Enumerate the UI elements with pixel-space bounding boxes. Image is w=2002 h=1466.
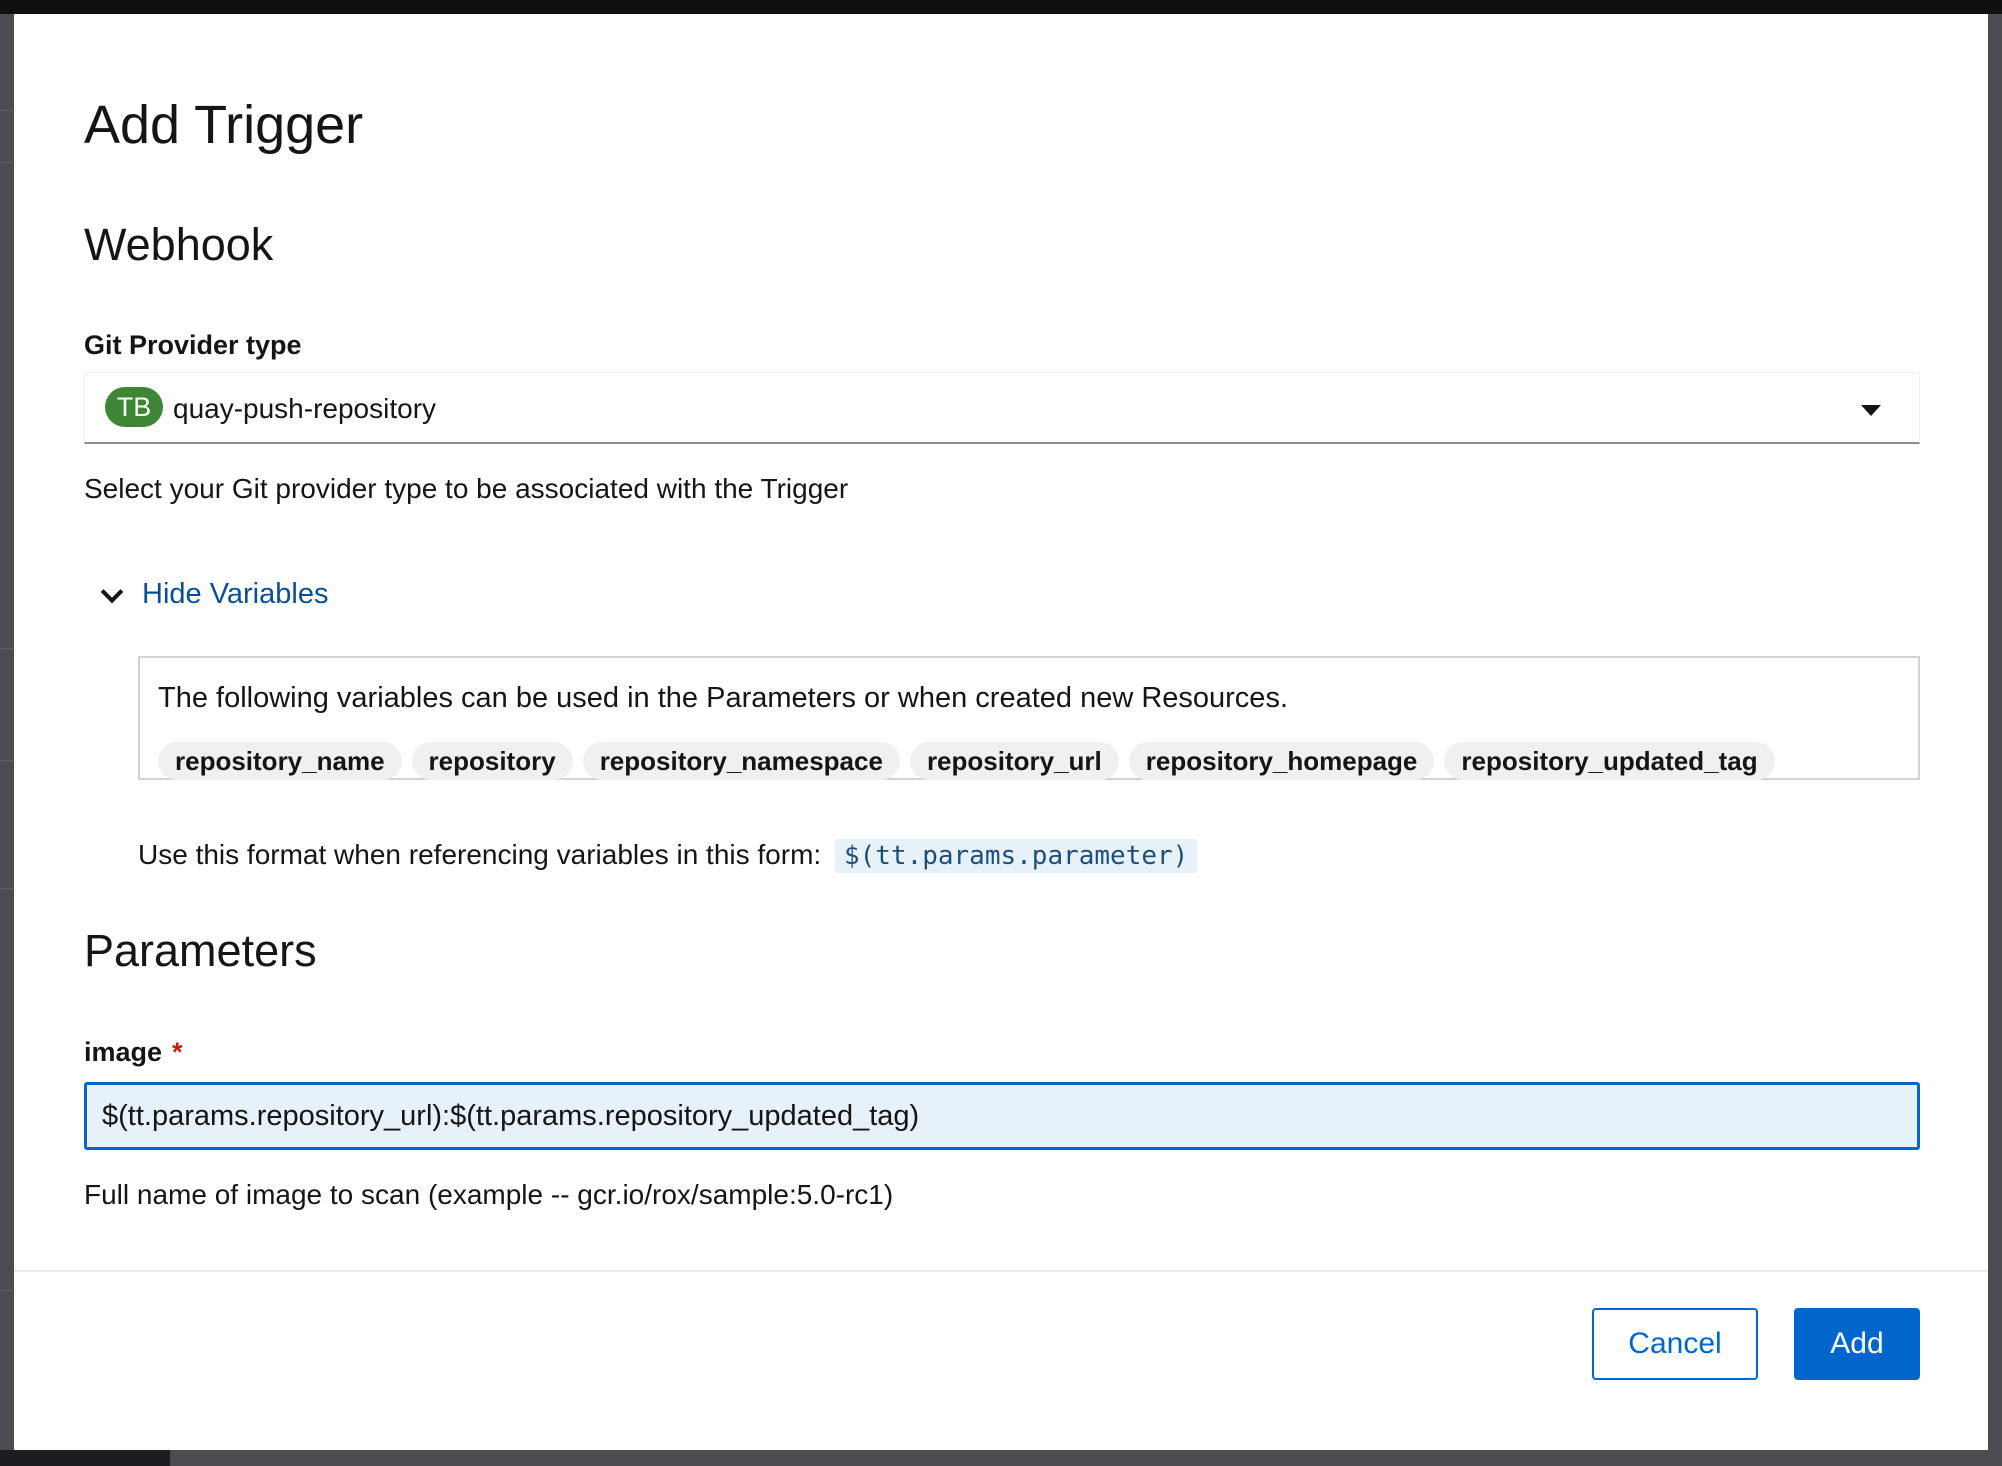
add-button[interactable]: Add [1794,1308,1920,1380]
cancel-button[interactable]: Cancel [1592,1308,1758,1380]
variable-chip: repository_updated_tag [1444,742,1775,780]
format-code: $(tt.params.parameter) [834,839,1198,873]
parameters-heading: Parameters [84,925,317,976]
add-trigger-modal: Add Trigger Webhook Git Provider type TB… [14,14,1988,1450]
variable-chip: repository_homepage [1128,742,1435,780]
background-left-edge [0,14,14,1452]
required-indicator: * [172,1037,183,1067]
git-provider-selected-value: quay-push-repository [173,393,437,424]
background-divider [0,1290,14,1291]
format-hint-text: Use this format when referencing variabl… [138,839,822,870]
variable-format-hint: Use this format when referencing variabl… [138,839,1198,873]
background-masthead [0,0,2002,14]
hide-variables-label: Hide Variables [142,578,329,610]
caret-down-icon [1861,405,1881,416]
background-right-edge [1988,14,2002,1452]
background-divider [0,110,14,111]
variable-chip: repository_namespace [582,742,900,780]
variable-chip: repository_name [158,742,402,780]
provider-avatar: TB [105,387,163,427]
background-sidebar-bottom [0,1450,170,1466]
git-provider-helper-text: Select your Git provider type to be asso… [84,473,849,504]
image-helper-text: Full name of image to scan (example -- g… [84,1179,894,1210]
variable-chip: repository_url [909,742,1119,780]
image-field-label: image * [84,1039,183,1066]
modal-title: Add Trigger [84,95,364,155]
variable-chip: repository [411,742,573,780]
variable-chip-group: repository_name repository repository_na… [158,742,1775,780]
footer-divider [14,1270,1988,1272]
git-provider-label: Git Provider type [84,330,302,360]
background-divider [0,888,14,889]
background-bottom [0,1450,2002,1466]
chevron-down-icon [100,580,124,604]
image-input[interactable] [84,1082,1920,1150]
background-divider [0,760,14,761]
variables-panel: The following variables can be used in t… [138,656,1920,780]
image-label-text: image [84,1037,163,1067]
background-divider [0,162,14,163]
background-divider [0,648,14,649]
git-provider-select[interactable]: TB quay-push-repository [84,372,1920,444]
variables-description: The following variables can be used in t… [158,682,1288,714]
webhook-heading: Webhook [84,219,274,270]
